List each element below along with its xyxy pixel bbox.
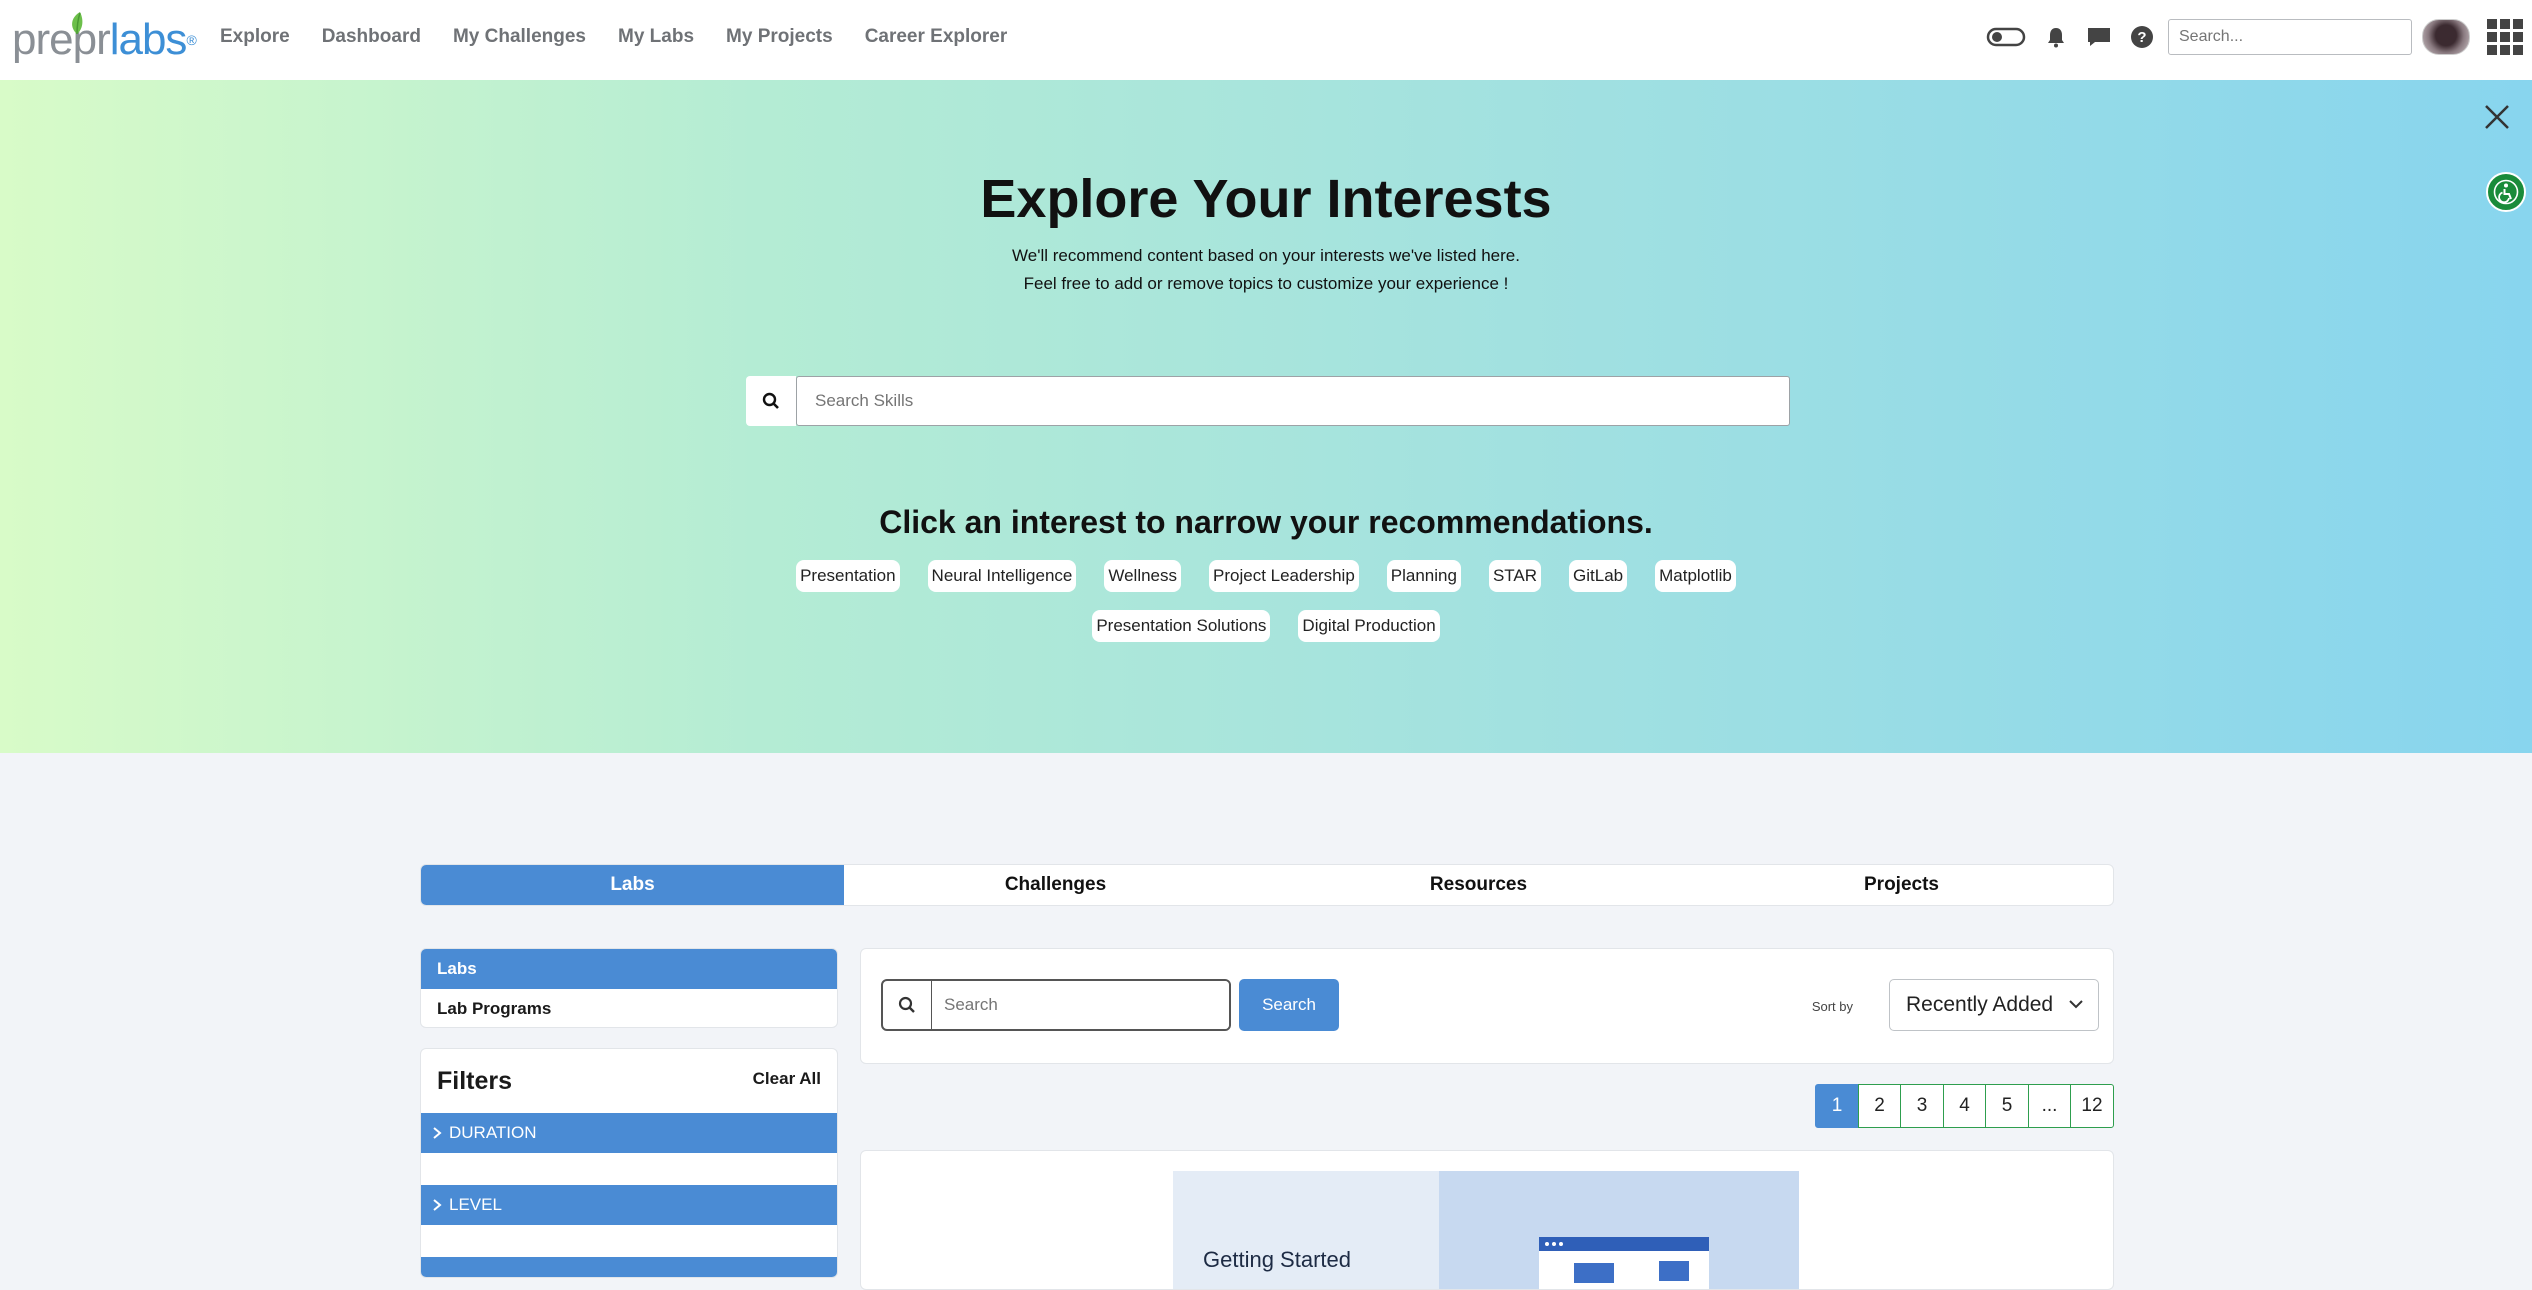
user-avatar[interactable]: [2422, 19, 2470, 55]
page-3[interactable]: 3: [1900, 1084, 1944, 1128]
clear-all-button[interactable]: Clear All: [753, 1069, 821, 1089]
nav-my-projects[interactable]: My Projects: [726, 26, 833, 48]
interests-hero: Explore Your Interests We'll recommend c…: [0, 80, 2532, 753]
page-2[interactable]: 2: [1857, 1084, 1902, 1128]
nav-actions: ?: [1968, 0, 2532, 74]
lab-search: [881, 979, 1231, 1031]
lab-card-image[interactable]: Getting Started: [1173, 1171, 1799, 1289]
preprlabs-logo[interactable]: preprlabs®: [12, 12, 197, 64]
nav-explore[interactable]: Explore: [220, 26, 290, 48]
global-search-input[interactable]: [2168, 19, 2412, 55]
page-ellipsis[interactable]: ...: [2027, 1084, 2072, 1128]
lab-card-caption: Getting Started: [1203, 1247, 1351, 1272]
filter-more[interactable]: [421, 1257, 837, 1277]
interest-chip-wellness[interactable]: Wellness: [1104, 560, 1182, 592]
filters-title: Filters: [437, 1067, 513, 1095]
svg-text:?: ?: [2137, 29, 2146, 46]
sort-select[interactable]: Recently Added: [1889, 979, 2099, 1031]
sort-value: Recently Added: [1906, 993, 2054, 1016]
lab-search-panel: Search Sort by Recently Added: [860, 948, 2114, 1064]
tab-challenges[interactable]: Challenges: [844, 865, 1267, 905]
interest-chip-planning[interactable]: Planning: [1386, 560, 1461, 592]
close-icon[interactable]: [2482, 102, 2512, 132]
pagination: 1 2 3 4 5 ... 12: [1815, 1084, 2114, 1128]
help-icon[interactable]: ?: [2130, 25, 2154, 49]
tab-resources[interactable]: Resources: [1267, 865, 1690, 905]
lab-card[interactable]: Getting Started: [860, 1150, 2114, 1290]
filter-level[interactable]: LEVEL: [421, 1185, 837, 1225]
page-5[interactable]: 5: [1985, 1084, 2029, 1128]
toggle-switch-icon[interactable]: [1986, 26, 2026, 48]
interest-chip-presentation[interactable]: Presentation: [796, 560, 900, 592]
chevron-right-icon: [433, 1199, 442, 1211]
apps-grid-icon[interactable]: [2486, 18, 2524, 56]
chevron-right-icon: [433, 1127, 442, 1139]
filter-duration-label: DURATION: [449, 1123, 537, 1142]
filters-panel: Filters Clear All DURATION LEVEL: [420, 1048, 838, 1278]
skill-search: [746, 376, 1790, 426]
search-button[interactable]: Search: [1239, 979, 1339, 1031]
lab-search-icon-button[interactable]: [883, 981, 932, 1029]
nav-my-labs[interactable]: My Labs: [618, 26, 694, 48]
skill-search-button[interactable]: [746, 376, 796, 426]
interests-title: Click an interest to narrow your recomme…: [879, 504, 1653, 540]
interest-chip-presentation-solutions[interactable]: Presentation Solutions: [1092, 610, 1271, 642]
content-tabs: Labs Challenges Resources Projects: [420, 864, 2114, 906]
chevron-down-icon: [2069, 1000, 2083, 1009]
logo-registered-mark: ®: [186, 32, 196, 48]
hero-title: Explore Your Interests: [980, 169, 1552, 229]
side-item-labs[interactable]: Labs: [421, 949, 837, 989]
lab-search-input[interactable]: [932, 981, 1229, 1029]
search-icon: [762, 392, 779, 409]
filter-duration[interactable]: DURATION: [421, 1113, 837, 1153]
logo-text-prepr: prepr: [12, 15, 111, 64]
logo-text-labs: labs: [109, 15, 188, 64]
tab-projects[interactable]: Projects: [1690, 865, 2113, 905]
nav-dashboard[interactable]: Dashboard: [322, 26, 421, 48]
hero-subtitle-line2: Feel free to add or remove topics to cus…: [1023, 274, 1509, 293]
filter-level-label: LEVEL: [449, 1195, 502, 1214]
search-icon: [898, 996, 915, 1013]
skill-search-input[interactable]: [796, 376, 1790, 426]
page-4[interactable]: 4: [1942, 1084, 1987, 1128]
browser-illustration-icon: [1539, 1237, 1709, 1289]
labs-side-menu: Labs Lab Programs: [420, 948, 838, 1028]
interest-chips: Presentation Neural Intelligence Wellnes…: [760, 560, 1772, 642]
interest-chip-star[interactable]: STAR: [1488, 560, 1542, 592]
hero-subtitle-line1: We'll recommend content based on your in…: [1012, 246, 1520, 265]
page-12[interactable]: 12: [2070, 1084, 2114, 1128]
nav-career-explorer[interactable]: Career Explorer: [865, 26, 1008, 48]
interest-chip-digital-production[interactable]: Digital Production: [1298, 610, 1440, 642]
leaf-icon: [72, 12, 83, 35]
interest-chip-matplotlib[interactable]: Matplotlib: [1655, 560, 1736, 592]
top-navbar: preprlabs® Explore Dashboard My Challeng…: [0, 0, 2532, 80]
side-item-lab-programs[interactable]: Lab Programs: [421, 989, 837, 1027]
main-nav: Explore Dashboard My Challenges My Labs …: [220, 0, 1039, 74]
interest-chip-gitlab[interactable]: GitLab: [1569, 560, 1628, 592]
interest-chip-neural-intelligence[interactable]: Neural Intelligence: [927, 560, 1077, 592]
interest-chip-project-leadership[interactable]: Project Leadership: [1209, 560, 1359, 592]
chat-icon[interactable]: [2086, 25, 2112, 49]
tab-labs[interactable]: Labs: [421, 865, 844, 905]
bell-icon[interactable]: [2044, 25, 2068, 49]
page-1[interactable]: 1: [1815, 1084, 1859, 1128]
nav-my-challenges[interactable]: My Challenges: [453, 26, 586, 48]
sort-label: Sort by: [1811, 999, 1853, 1014]
